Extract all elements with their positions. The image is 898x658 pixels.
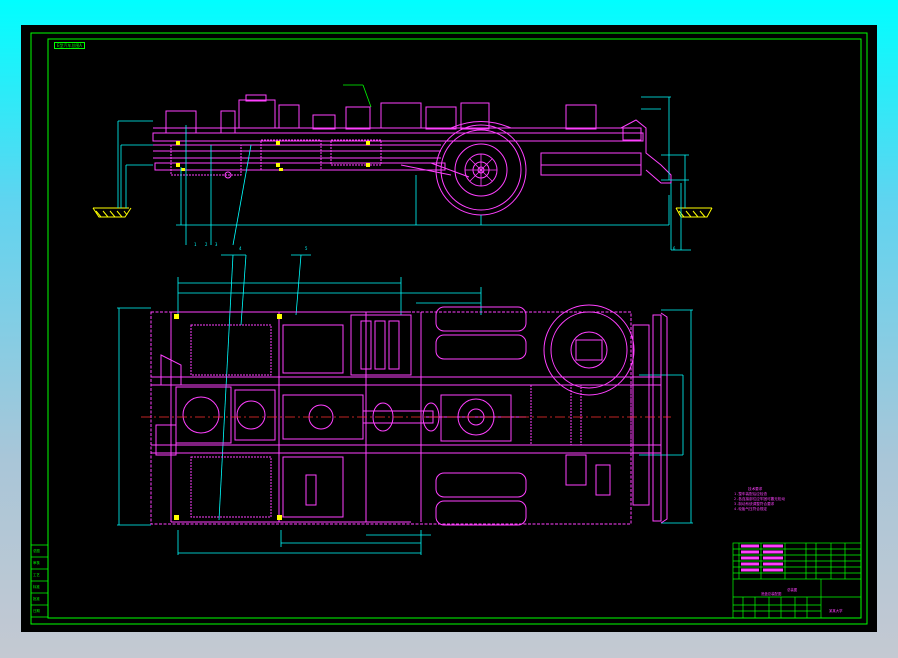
callout-6: 6 (673, 246, 676, 251)
chassis-drawing (30, 32, 868, 625)
title-block-fill-text (741, 544, 783, 572)
title-block-company: 某某大学 (829, 609, 843, 613)
revision-cell: 总图 (33, 549, 40, 553)
callout-5: 5 (305, 246, 308, 251)
title-block-drawing-title: 底盘总装配图 (761, 592, 782, 596)
cad-drawing-window: E型汽车总图A 1 2 3 4 5 6 技术要求 1.整车装配后应检查 2.各连… (21, 25, 877, 632)
technical-note-line: 4.轮胎气压符合规定 (734, 507, 768, 511)
revision-cell: 标准 (33, 585, 40, 589)
top-view-dimensions (117, 254, 693, 555)
revision-cell: 批准 (33, 597, 40, 601)
revision-cell: 工艺 (33, 573, 40, 577)
revision-cell: 日期 (33, 609, 40, 613)
ground-right (675, 207, 713, 218)
side-view (92, 84, 713, 251)
inner-border (47, 38, 862, 619)
outer-border (30, 32, 868, 625)
ground-left (92, 207, 132, 218)
callout-2: 2 (205, 242, 208, 247)
title-block-sheet-label: 总装图 (787, 588, 798, 592)
revision-column (30, 544, 49, 618)
revision-cell: 审核 (33, 561, 40, 565)
top-view (117, 254, 693, 555)
rear-wheel (435, 121, 527, 216)
side-view-top-leader (343, 84, 372, 108)
callout-4: 4 (239, 246, 242, 251)
side-frame-rails (152, 94, 672, 184)
title-block (732, 542, 862, 619)
technical-notes: 技术要求 1.整车装配后应检查 2.各连接部位应牢固可靠无松动 3.制动系统调整… (734, 487, 785, 512)
callout-3: 3 (215, 242, 218, 247)
side-view-dimensions (117, 96, 691, 251)
callout-1: 1 (194, 242, 197, 247)
